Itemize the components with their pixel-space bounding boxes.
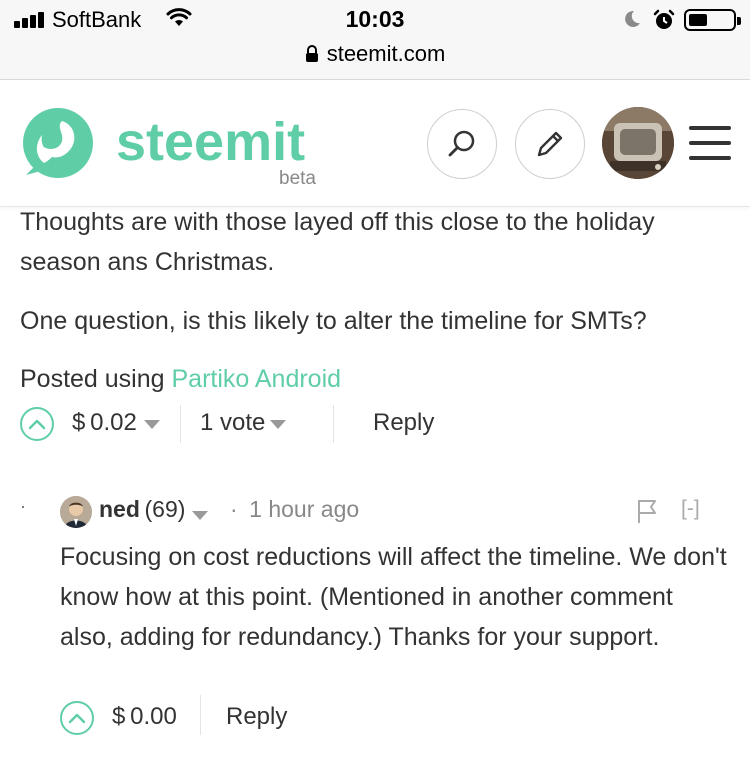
chevron-up-icon <box>68 713 86 724</box>
beta-badge: beta <box>279 168 316 189</box>
author-reputation: (69) <box>144 496 186 522</box>
upvote-button[interactable] <box>60 701 94 735</box>
avatar-image-icon <box>602 107 674 179</box>
payout-value[interactable]: $ 0.00 <box>112 703 177 731</box>
divider <box>333 405 334 443</box>
votes-dropdown-caret-icon[interactable] <box>270 420 286 429</box>
meta-separator: · <box>230 496 238 522</box>
do-not-disturb-icon <box>625 10 640 27</box>
search-icon <box>448 130 475 157</box>
lock-icon <box>305 45 318 62</box>
submit-post-button[interactable] <box>515 109 585 179</box>
chevron-up-icon <box>28 419 46 430</box>
search-button[interactable] <box>427 109 497 179</box>
payout-value[interactable]: $ 0.02 <box>72 409 137 437</box>
comment-actions: $ 0.02 1 vote Reply <box>20 405 740 447</box>
divider <box>180 405 181 443</box>
steemit-logo-icon[interactable] <box>18 105 96 183</box>
posted-using-line: Posted using Partiko Android <box>20 359 720 399</box>
reply-link[interactable]: Reply <box>226 703 287 731</box>
posted-using-prefix: Posted using <box>20 365 172 393</box>
divider <box>200 695 201 735</box>
vote-count[interactable]: 1 vote <box>200 409 265 437</box>
payout-dropdown-caret-icon[interactable] <box>144 420 160 429</box>
menu-hamburger-icon[interactable] <box>689 126 731 160</box>
user-avatar[interactable] <box>602 107 674 179</box>
author-line[interactable]: ned (69) <box>99 496 185 523</box>
thread-bullet: · <box>20 496 26 516</box>
upvote-button[interactable] <box>20 407 54 441</box>
author-avatar[interactable] <box>60 496 92 528</box>
author-dropdown-caret-icon[interactable] <box>192 511 208 520</box>
flag-icon[interactable] <box>636 498 658 524</box>
url-text: steemit.com <box>326 41 446 66</box>
reply-actions: $ 0.00 Reply <box>60 695 460 741</box>
battery-icon <box>684 9 741 31</box>
comment-paragraph: One question, is this likely to alter th… <box>20 307 647 335</box>
author-name[interactable]: ned <box>99 496 140 522</box>
reply-body: Focusing on cost reductions will affect … <box>60 543 727 651</box>
reply-link[interactable]: Reply <box>373 409 434 437</box>
collapse-toggle[interactable]: [-] <box>681 497 700 521</box>
ios-status-bar: SoftBank 10:03 steemit.com <box>0 0 750 80</box>
pencil-icon <box>537 131 563 157</box>
comment-paragraph: Thoughts are with those layed off this c… <box>20 208 655 276</box>
alarm-icon <box>653 9 675 29</box>
reply-meta: · 1 hour ago <box>230 496 359 523</box>
brand-wordmark[interactable]: steemit <box>116 115 305 169</box>
author-avatar-icon <box>60 496 92 528</box>
site-header: steemit beta <box>0 81 750 207</box>
partiko-android-link[interactable]: Partiko Android <box>172 365 342 393</box>
address-bar[interactable]: steemit.com <box>0 41 750 67</box>
reply-timestamp[interactable]: 1 hour ago <box>249 496 359 522</box>
